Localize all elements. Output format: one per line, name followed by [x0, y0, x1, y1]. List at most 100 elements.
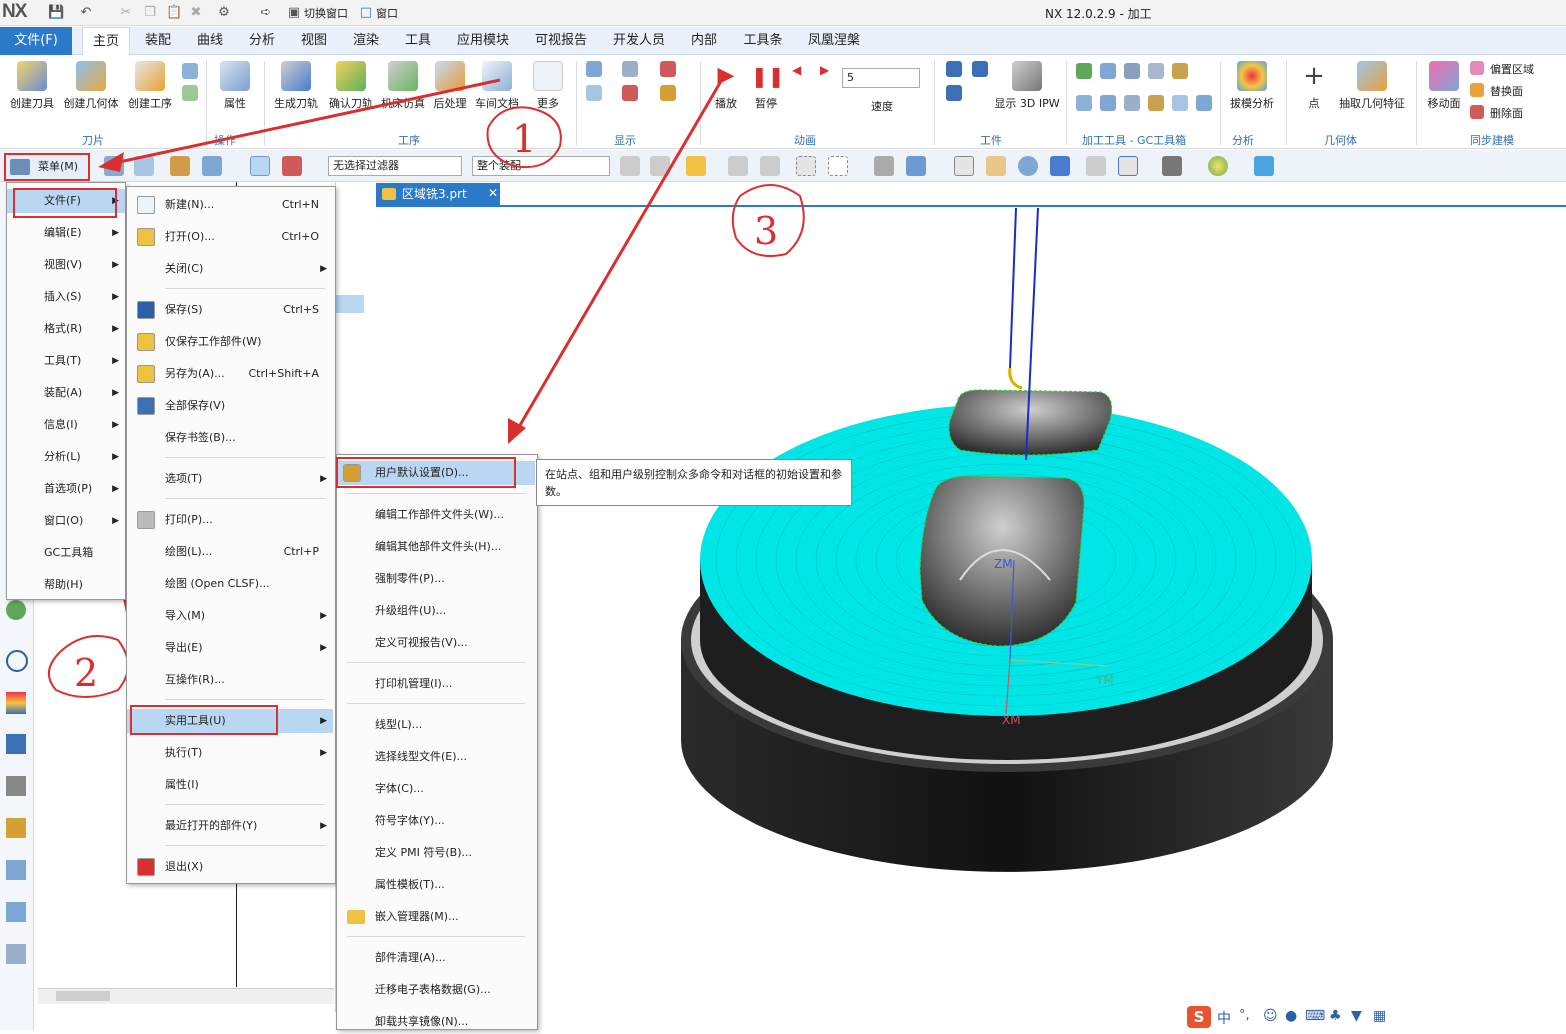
utilities-menu-item-6[interactable]: 打印机管理(I)... — [337, 672, 535, 696]
file-menu-item-14[interactable]: 互操作(R)... — [127, 668, 333, 692]
main-menu-item-label: 首选项(P) — [44, 482, 93, 495]
tool-axis-line-1 — [1009, 207, 1017, 369]
utilities-menu: 用户默认设置(D)... 编辑工作部件文件头(W)... 编辑其他部件文件头(H).… — [336, 454, 538, 1030]
file-menu-item-label: 全部保存(V) — [165, 399, 226, 412]
utilities-menu-item-label: 选择线型文件(E)... — [375, 750, 468, 763]
file-menu-item-11[interactable]: 绘图 (Open CLSF)... — [127, 572, 333, 596]
file-menu-item-8[interactable]: 选项(T) ▶ — [127, 467, 333, 491]
utilities-menu-item-16[interactable]: 卸载共享镜像(N)... — [337, 1010, 535, 1034]
ime-mode-indicator[interactable]: 中 — [1217, 1008, 1231, 1028]
main-menu-item-label: 编辑(E) — [44, 226, 82, 239]
utilities-menu-item-label: 部件清理(A)... — [375, 951, 446, 964]
file-menu-item-icon — [137, 365, 155, 383]
main-menu-item-label: 插入(S) — [44, 290, 82, 303]
file-menu-item-label: 绘图 (Open CLSF)... — [165, 577, 270, 590]
menu-separator — [347, 662, 525, 663]
utilities-menu-item-12[interactable]: 属性模板(T)... — [337, 873, 535, 897]
utilities-menu-item-8[interactable]: 选择线型文件(E)... — [337, 745, 535, 769]
toolbox-icon[interactable]: ▦ — [1373, 1008, 1386, 1024]
utilities-menu-item-label: 符号字体(Y)... — [375, 814, 445, 827]
file-menu-item-icon — [137, 397, 155, 415]
main-menu-item-label: 窗口(O) — [44, 514, 84, 527]
file-menu-item-5[interactable]: 另存为(A)... Ctrl+Shift+A — [127, 362, 333, 386]
main-menu-item-4[interactable]: 格式(R) ▶ — [7, 317, 125, 341]
file-menu-item-shortcut: Ctrl+S — [283, 303, 319, 316]
keyboard-icon[interactable]: ⌨ — [1305, 1008, 1325, 1024]
file-menu-item-7[interactable]: 保存书签(B)... — [127, 426, 333, 450]
file-menu-item-label: 仅保存工作部件(W) — [165, 335, 262, 348]
utilities-menu-item-2[interactable]: 编辑其他部件文件头(H)... — [337, 535, 535, 559]
file-menu-item-4[interactable]: 仅保存工作部件(W) — [127, 330, 333, 354]
main-menu-item-2[interactable]: 视图(V) ▶ — [7, 253, 125, 277]
file-menu-item-label: 另存为(A)... — [165, 367, 225, 380]
main-menu-item-12[interactable]: 帮助(H) — [7, 573, 125, 597]
utilities-menu-item-label: 卸载共享镜像(N)... — [375, 1015, 469, 1028]
main-menu-item-5[interactable]: 工具(T) ▶ — [7, 349, 125, 373]
file-menu-item-16[interactable]: 执行(T) ▶ — [127, 741, 333, 765]
file-menu-item-shortcut: Ctrl+Shift+A — [248, 367, 319, 380]
file-menu-item-0[interactable]: 新建(N)... Ctrl+N — [127, 193, 333, 217]
main-menu-item-10[interactable]: 窗口(O) ▶ — [7, 509, 125, 533]
file-menu-item-6[interactable]: 全部保存(V) — [127, 394, 333, 418]
file-menu-item-18[interactable]: 最近打开的部件(Y) ▶ — [127, 814, 333, 838]
utilities-menu-item-1[interactable]: 编辑工作部件文件头(W)... — [337, 503, 535, 527]
emoji-icon[interactable]: ☺ — [1263, 1008, 1278, 1024]
submenu-arrow-icon: ▶ — [112, 420, 119, 430]
main-menu-item-1[interactable]: 编辑(E) ▶ — [7, 221, 125, 245]
punctuation-icon[interactable]: °, — [1239, 1008, 1250, 1023]
file-menu-item-9[interactable]: 打印(P)... — [127, 508, 333, 532]
utilities-menu-item-10[interactable]: 符号字体(Y)... — [337, 809, 535, 833]
main-menu-item-11[interactable]: GC工具箱 — [7, 541, 125, 565]
main-menu-item-7[interactable]: 信息(I) ▶ — [7, 413, 125, 437]
submenu-arrow-icon: ▶ — [112, 484, 119, 494]
sogou-logo-icon[interactable]: S — [1187, 1006, 1211, 1028]
file-menu-item-3[interactable]: 保存(S) Ctrl+S — [127, 298, 333, 322]
utilities-menu-item-13[interactable]: 嵌入管理器(M)... — [337, 905, 535, 929]
menu-separator — [347, 936, 525, 937]
file-menu-item-17[interactable]: 属性(I) — [127, 773, 333, 797]
utilities-menu-item-label: 属性模板(T)... — [375, 878, 445, 891]
shirt-icon[interactable]: ▼ — [1351, 1008, 1362, 1024]
main-menu-item-label: 帮助(H) — [44, 578, 83, 591]
ime-toolbar: S 中 °, ☺ ● ⌨ ♣ ▼ ▦ — [1185, 1004, 1391, 1030]
file-menu-item-13[interactable]: 导出(E) ▶ — [127, 636, 333, 660]
main-menu-item-8[interactable]: 分析(L) ▶ — [7, 445, 125, 469]
menu-separator — [347, 703, 525, 704]
skin-icon[interactable]: ♣ — [1329, 1008, 1342, 1024]
menu-separator — [165, 804, 325, 805]
utilities-menu-item-label: 编辑工作部件文件头(W)... — [375, 508, 504, 521]
utilities-menu-item-label: 升级组件(U)... — [375, 604, 447, 617]
utilities-menu-item-3[interactable]: 强制零件(P)... — [337, 567, 535, 591]
utilities-menu-item-5[interactable]: 定义可视报告(V)... — [337, 631, 535, 655]
menu-separator — [165, 699, 325, 700]
main-menu-item-3[interactable]: 插入(S) ▶ — [7, 285, 125, 309]
submenu-arrow-icon: ▶ — [112, 452, 119, 462]
file-menu-item-icon — [137, 333, 155, 351]
submenu-arrow-icon: ▶ — [112, 260, 119, 270]
annotation-number-2: 2 — [74, 651, 98, 695]
utilities-menu-item-11[interactable]: 定义 PMI 符号(B)... — [337, 841, 535, 865]
workpiece-model[interactable] — [681, 207, 1333, 872]
utilities-menu-item-9[interactable]: 字体(C)... — [337, 777, 535, 801]
voice-icon[interactable]: ● — [1285, 1008, 1297, 1024]
utilities-menu-item-label: 强制零件(P)... — [375, 572, 445, 585]
file-menu-item-label: 打印(P)... — [165, 513, 213, 526]
file-menu-item-19[interactable]: 退出(X) — [127, 855, 333, 879]
main-menu-item-label: GC工具箱 — [44, 546, 94, 559]
file-menu-item-1[interactable]: 打开(O)... Ctrl+O — [127, 225, 333, 249]
utilities-menu-item-4[interactable]: 升级组件(U)... — [337, 599, 535, 623]
file-menu-item-label: 导入(M) — [165, 609, 206, 622]
utilities-menu-item-14[interactable]: 部件清理(A)... — [337, 946, 535, 970]
utilities-menu-item-7[interactable]: 线型(L)... — [337, 713, 535, 737]
utilities-menu-item-15[interactable]: 迁移电子表格数据(G)... — [337, 978, 535, 1002]
main-menu-item-6[interactable]: 装配(A) ▶ — [7, 381, 125, 405]
file-menu-item-label: 保存书签(B)... — [165, 431, 236, 444]
submenu-arrow-icon: ▶ — [320, 716, 327, 726]
main-menu-item-9[interactable]: 首选项(P) ▶ — [7, 477, 125, 501]
file-menu-item-10[interactable]: 绘图(L)... Ctrl+P — [127, 540, 333, 564]
arrow-1-line — [109, 78, 501, 166]
file-menu-item-2[interactable]: 关闭(C) ▶ — [127, 257, 333, 281]
highlight-user-defaults-item — [336, 457, 516, 488]
axis-label-ym: YM — [1095, 673, 1114, 687]
file-menu-item-12[interactable]: 导入(M) ▶ — [127, 604, 333, 628]
